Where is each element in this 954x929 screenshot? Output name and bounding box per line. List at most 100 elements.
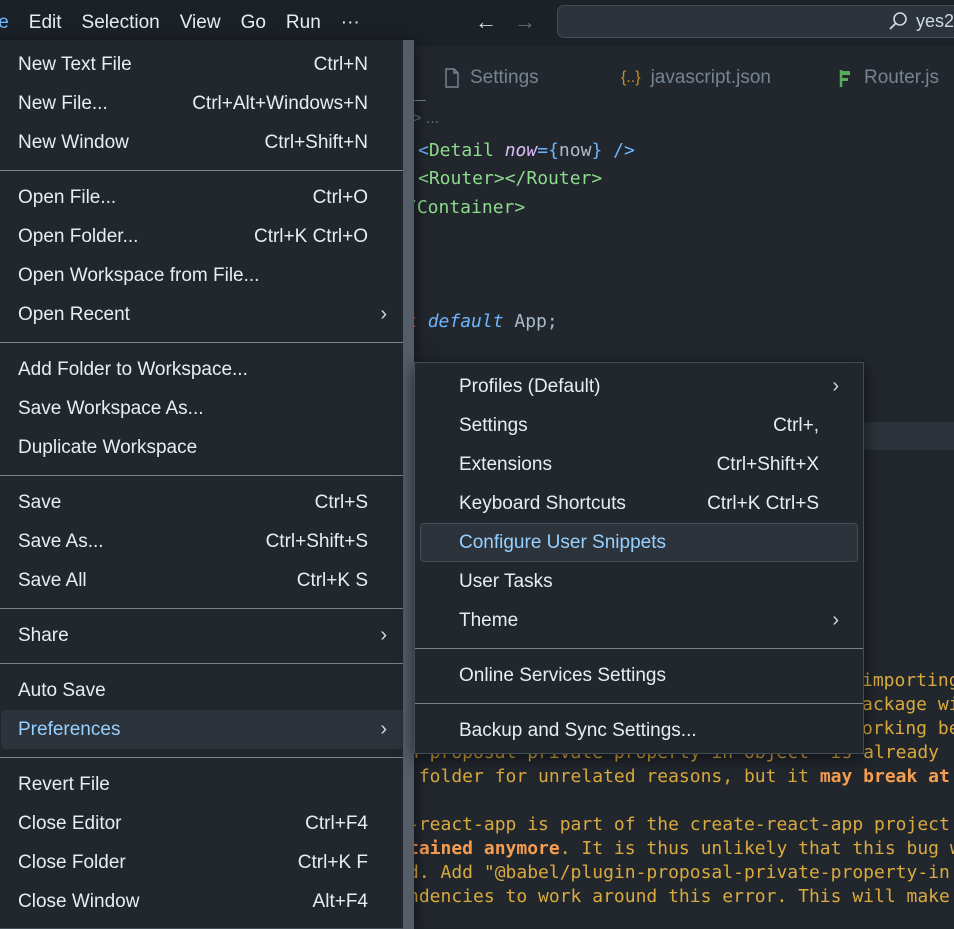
item-label: Save Workspace As... <box>18 397 204 419</box>
forward-arrow-icon[interactable]: → <box>514 9 536 35</box>
item-shortcut: Ctrl+Shift+N <box>264 131 368 153</box>
item-label: Extensions <box>459 453 552 475</box>
item-label: Save <box>18 491 62 513</box>
menu-item-settings[interactable]: Settings Ctrl+, <box>415 406 863 445</box>
item-shortcut: Ctrl+S <box>314 491 368 513</box>
chevron-right-icon: › <box>380 303 387 325</box>
chevron-right-icon: › <box>380 624 387 646</box>
menu-item-save-as[interactable]: Save As... Ctrl+Shift+S <box>0 522 413 561</box>
token: default <box>427 311 504 332</box>
error-text: folder for unrelated reasons, but it may… <box>408 766 950 787</box>
menu-separator <box>0 663 413 664</box>
error-text: ackage wi <box>862 694 954 715</box>
item-label: Add Folder to Workspace... <box>18 358 248 380</box>
menu-item-open-workspace[interactable]: Open Workspace from File... <box>0 256 413 295</box>
code-line: t default App; <box>406 311 558 332</box>
error-text: tained anymore. It is thus unlikely that… <box>408 838 954 859</box>
menu-item-new-file[interactable]: New File... Ctrl+Alt+Windows+N <box>0 84 413 123</box>
braces-icon: {..} <box>621 69 641 86</box>
menu-item-new-text-file[interactable]: New Text File Ctrl+N <box>0 45 413 84</box>
menu-item-preferences[interactable]: Preferences › <box>1 710 405 749</box>
file-icon <box>445 68 459 88</box>
menu-item-close-window[interactable]: Close Window Alt+F4 <box>0 882 413 921</box>
tab-label: Router.js <box>864 67 939 88</box>
item-label: Revert File <box>18 773 110 795</box>
menu-item-auto-save[interactable]: Auto Save <box>0 671 413 710</box>
item-shortcut: Ctrl+O <box>312 186 368 208</box>
item-shortcut: Alt+F4 <box>312 890 368 912</box>
menu-separator <box>0 170 413 171</box>
item-label: Keyboard Shortcuts <box>459 492 626 514</box>
menu-item-online-services[interactable]: Online Services Settings <box>415 656 863 695</box>
menu-item-close-folder[interactable]: Close Folder Ctrl+K F <box>0 843 413 882</box>
tab-indicator <box>414 100 426 101</box>
tab-javascript-json[interactable]: {..} javascript.json <box>621 56 771 100</box>
item-label: Close Editor <box>18 812 122 834</box>
item-label: Profiles (Default) <box>459 375 601 397</box>
menu-item-duplicate-workspace[interactable]: Duplicate Workspace <box>0 428 413 467</box>
item-label: Save As... <box>18 530 104 552</box>
item-label: Close Window <box>18 890 140 912</box>
menu-item-theme[interactable]: Theme › <box>415 601 863 640</box>
text-run: folder for unrelated reasons, but it <box>408 766 820 787</box>
item-label: New File... <box>18 92 108 114</box>
menu-item-configure-user-snippets[interactable]: Configure User Snippets <box>420 523 858 562</box>
menu-item-profiles[interactable]: Profiles (Default) › <box>415 367 863 406</box>
token: now <box>504 140 538 161</box>
menu-item-save-all[interactable]: Save All Ctrl+K S <box>0 561 413 600</box>
item-label: Auto Save <box>18 679 106 701</box>
menu-item-user-tasks[interactable]: User Tasks <box>415 562 863 601</box>
error-text: importing <box>862 670 954 691</box>
chevron-right-icon: › <box>380 718 387 740</box>
menu-item-new-window[interactable]: New Window Ctrl+Shift+N <box>0 123 413 162</box>
menu-item-keyboard-shortcuts[interactable]: Keyboard Shortcuts Ctrl+K Ctrl+S <box>415 484 863 523</box>
tab-label: Settings <box>470 67 539 88</box>
item-shortcut: Ctrl+, <box>773 414 819 436</box>
item-shortcut: Ctrl+K S <box>296 569 368 591</box>
menu-separator <box>0 475 413 476</box>
item-label: Open Folder... <box>18 225 139 247</box>
menu-separator <box>0 608 413 609</box>
command-center-search[interactable]: yes24 <box>557 5 954 38</box>
menu-item-open-file[interactable]: Open File... Ctrl+O <box>0 178 413 217</box>
menu-item-extensions[interactable]: Extensions Ctrl+Shift+X <box>415 445 863 484</box>
item-label: Configure User Snippets <box>459 531 666 553</box>
item-label: Settings <box>459 414 528 436</box>
menu-item-share[interactable]: Share › <box>0 616 413 655</box>
error-text: orking be <box>862 718 954 739</box>
item-label: User Tasks <box>459 570 553 592</box>
error-text: d. Add "@babel/plugin-proposal-private-p… <box>408 862 950 883</box>
item-label: Open Recent <box>18 303 130 325</box>
item-label: Save All <box>18 569 87 591</box>
error-text: ndencies to work around this error. This… <box>408 886 950 907</box>
menu-item-open-recent[interactable]: Open Recent › <box>0 295 413 334</box>
item-shortcut: Ctrl+F4 <box>305 812 368 834</box>
menu-item-save[interactable]: Save Ctrl+S <box>0 483 413 522</box>
menu-item-close-editor[interactable]: Close Editor Ctrl+F4 <box>0 804 413 843</box>
menu-item-open-folder[interactable]: Open Folder... Ctrl+K Ctrl+O <box>0 217 413 256</box>
tab-settings[interactable]: Settings <box>444 56 539 100</box>
item-label: Theme <box>459 609 519 631</box>
menu-item-backup-sync[interactable]: Backup and Sync Settings... <box>415 711 863 750</box>
item-label: Share <box>18 624 69 646</box>
item-label: New Window <box>18 131 129 153</box>
item-label: Online Services Settings <box>459 664 666 686</box>
menu-separator <box>415 703 863 704</box>
menu-item-save-workspace-as[interactable]: Save Workspace As... <box>0 389 413 428</box>
breadcrumb[interactable]: > ... <box>412 110 439 128</box>
menu-item-add-folder[interactable]: Add Folder to Workspace... <box>0 350 413 389</box>
token: now <box>558 140 592 161</box>
menu-item-revert-file[interactable]: Revert File <box>0 765 413 804</box>
item-label: Open File... <box>18 186 117 208</box>
text-run-bold: tained anymore <box>408 838 560 859</box>
token: Detail <box>428 140 494 161</box>
item-shortcut: Ctrl+Alt+Windows+N <box>192 92 368 114</box>
text-run: . It is thus unlikely that this bug w <box>559 838 954 859</box>
item-shortcut: Ctrl+Shift+S <box>265 530 368 552</box>
menu-scrollbar[interactable] <box>403 40 414 929</box>
item-label: Backup and Sync Settings... <box>459 719 697 741</box>
text-run-bold: may break at <box>819 766 950 787</box>
item-label: New Text File <box>18 53 132 75</box>
tab-router-js[interactable]: Router.js <box>834 56 939 100</box>
back-arrow-icon[interactable]: ← <box>475 9 497 35</box>
